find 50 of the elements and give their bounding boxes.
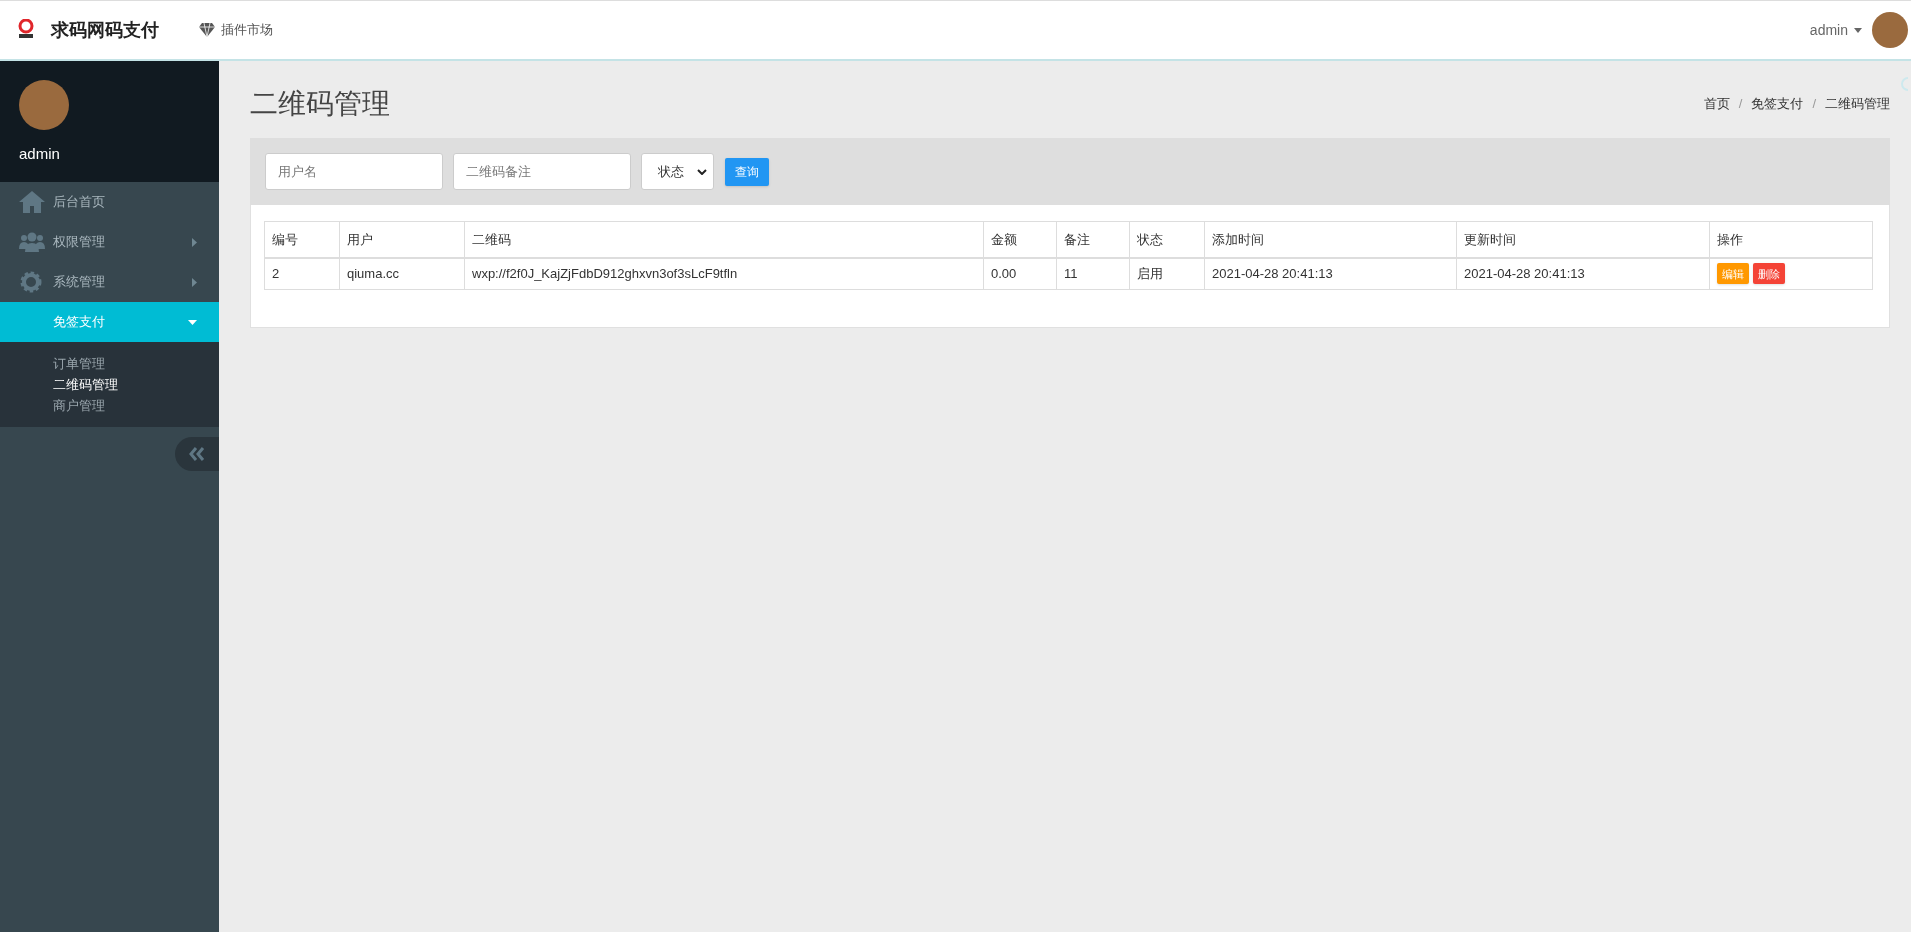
sidebar-item[interactable]: 后台首页 xyxy=(0,182,219,222)
breadcrumb-separator: / xyxy=(1812,95,1816,114)
settings-icon xyxy=(19,270,43,294)
home-icon xyxy=(19,191,45,213)
remark-field[interactable]: 二维码备注 xyxy=(453,153,631,190)
diamond-icon xyxy=(199,23,215,37)
breadcrumb-separator: / xyxy=(1738,95,1743,114)
chevrons-left-icon xyxy=(189,447,205,461)
loading-icon xyxy=(1901,77,1909,91)
column-header: 操作 xyxy=(1709,221,1873,258)
column-header: 添加时间 xyxy=(1204,221,1457,258)
username-field[interactable]: 用户名 xyxy=(265,153,443,190)
sidebar-username: admin xyxy=(19,144,60,164)
table-cell: qiuma.cc xyxy=(339,257,465,290)
table-cell: 2021-04-28 20:41:13 xyxy=(1456,257,1710,290)
table-cell: 启用 xyxy=(1129,257,1205,290)
brand-title: 求码网码支付 xyxy=(51,18,159,42)
avatar[interactable] xyxy=(1872,12,1908,48)
table-cell: 11 xyxy=(1056,257,1130,290)
chevron-down-icon xyxy=(697,168,707,175)
logo-icon xyxy=(18,19,34,41)
column-header: 二维码 xyxy=(464,221,984,258)
submenu-item[interactable]: 二维码管理 xyxy=(0,374,219,395)
status-select[interactable]: 状态 xyxy=(641,153,714,190)
breadcrumb-link[interactable]: 首页 xyxy=(1703,94,1730,114)
breadcrumb-link[interactable]: 二维码管理 xyxy=(1825,94,1890,114)
table-cell: wxp://f2f0J_KajZjFdbD912ghxvn3of3sLcF9tfln xyxy=(464,257,984,290)
users-icon xyxy=(19,232,45,252)
table-cell: 2021-04-28 20:41:13 xyxy=(1204,257,1457,290)
collapse-sidebar-button[interactable] xyxy=(175,437,219,471)
column-header: 编号 xyxy=(264,221,340,258)
column-header: 更新时间 xyxy=(1456,221,1710,258)
caret-icon xyxy=(1854,27,1862,33)
search-button[interactable]: 查询 xyxy=(725,157,769,186)
table-cell: 0.00 xyxy=(983,257,1057,290)
table-cell: 2 xyxy=(264,257,340,290)
submenu-item[interactable]: 订单管理 xyxy=(0,353,219,374)
column-header: 备注 xyxy=(1056,221,1130,258)
delete-button[interactable]: 删除 xyxy=(1753,263,1785,285)
plugin-market-link[interactable]: 插件市场 xyxy=(199,20,273,40)
sidebar-item[interactable]: 系统管理 xyxy=(0,262,219,302)
column-header: 用户 xyxy=(339,221,465,258)
submenu-item[interactable]: 商户管理 xyxy=(0,395,219,416)
avatar xyxy=(19,80,69,130)
user-menu[interactable]: admin xyxy=(1809,19,1862,41)
page-title: 二维码管理 xyxy=(250,87,390,121)
column-header: 金额 xyxy=(983,221,1057,258)
sidebar-item[interactable]: 权限管理 xyxy=(0,222,219,262)
column-header: 状态 xyxy=(1129,221,1205,258)
breadcrumb-link[interactable]: 免签支付 xyxy=(1751,94,1804,114)
